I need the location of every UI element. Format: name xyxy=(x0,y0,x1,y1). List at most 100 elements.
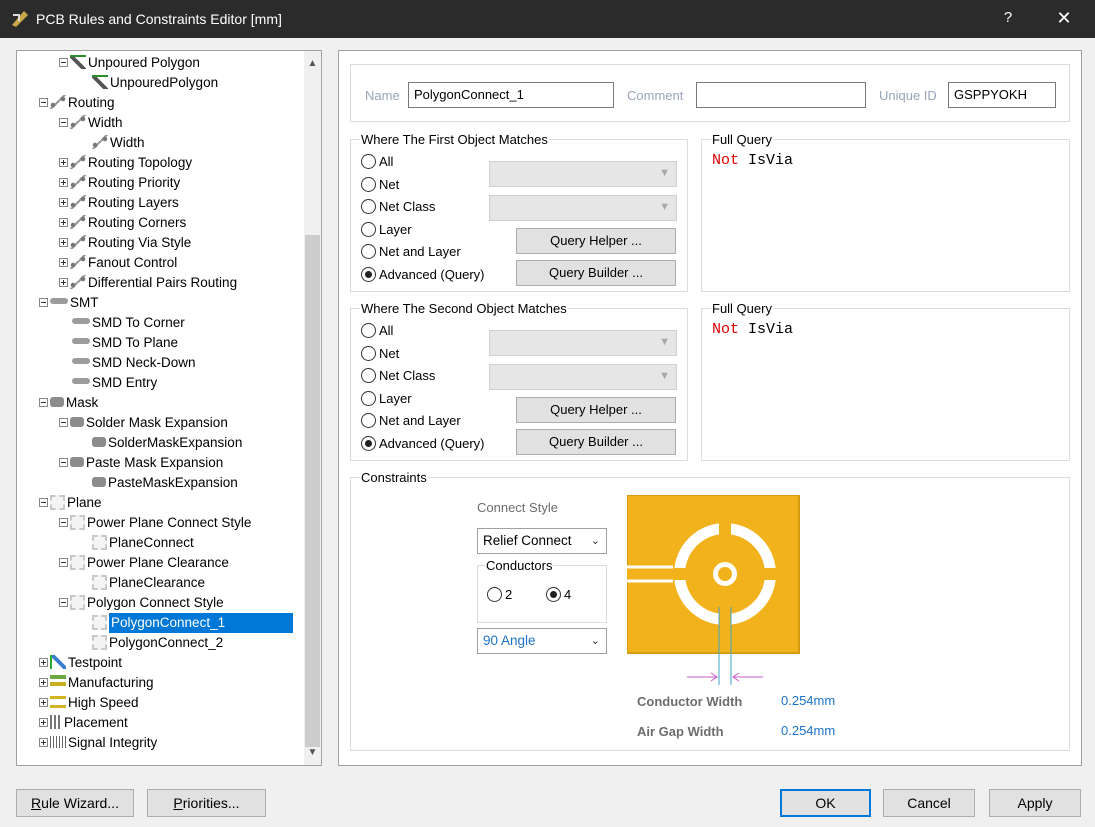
tree-item[interactable]: Solder Mask Expansion xyxy=(59,413,228,433)
tree-item[interactable]: PlaneConnect xyxy=(79,533,194,553)
cancel-button[interactable]: Cancel xyxy=(883,789,975,817)
expand-icon[interactable] xyxy=(39,737,48,747)
collapse-icon[interactable] xyxy=(59,417,68,427)
scroll-down-icon[interactable]: ▼ xyxy=(304,744,321,761)
collapse-icon[interactable] xyxy=(39,397,48,407)
collapse-icon[interactable] xyxy=(59,57,68,67)
conductor-width-value[interactable]: 0.254mm xyxy=(781,693,835,708)
tree-item[interactable]: PlaneClearance xyxy=(79,573,205,593)
first-full-query-text[interactable]: Not IsVia xyxy=(712,152,793,169)
scroll-thumb[interactable] xyxy=(305,235,320,747)
tree-item[interactable]: Polygon Connect Style xyxy=(59,593,224,613)
close-button[interactable]: ✕ xyxy=(1052,8,1076,29)
angle-select[interactable]: 90 Angle ⌄ xyxy=(477,628,607,654)
second-radio-all[interactable]: All xyxy=(361,321,393,341)
tree-item[interactable]: SMD To Corner xyxy=(59,313,185,333)
air-gap-width-value[interactable]: 0.254mm xyxy=(781,723,835,738)
unique-id-input[interactable]: GSPPYOKH xyxy=(948,82,1056,108)
tree-scrollbar[interactable]: ▲ ▼ xyxy=(304,51,321,765)
expand-icon[interactable] xyxy=(39,717,48,727)
tree-item[interactable]: UnpouredPolygon xyxy=(79,73,218,93)
tree-item[interactable]: PolygonConnect_2 xyxy=(79,633,223,653)
second-radio-net-and-layer[interactable]: Net and Layer xyxy=(361,411,461,431)
first-net-class-combo[interactable]: ▼ xyxy=(489,195,677,221)
expand-icon[interactable] xyxy=(39,677,48,687)
second-radio-net-class[interactable]: Net Class xyxy=(361,366,435,386)
tree-item[interactable]: SMT xyxy=(39,293,99,313)
expand-icon[interactable] xyxy=(39,697,48,707)
expand-icon[interactable] xyxy=(59,237,68,247)
collapse-icon[interactable] xyxy=(39,297,48,307)
tree-item[interactable]: Routing xyxy=(39,93,115,113)
tree-item[interactable]: Plane xyxy=(39,493,102,513)
tree-item[interactable]: SMD Entry xyxy=(59,373,157,393)
tree-item[interactable]: SolderMaskExpansion xyxy=(79,433,242,453)
collapse-icon[interactable] xyxy=(59,517,68,527)
collapse-icon[interactable] xyxy=(59,597,68,607)
expand-icon[interactable] xyxy=(59,257,68,267)
first-radio-net[interactable]: Net xyxy=(361,175,399,195)
second-query-helper-button[interactable]: Query Helper ... xyxy=(516,397,676,423)
expand-icon[interactable] xyxy=(59,157,68,167)
second-radio-advanced[interactable]: Advanced (Query) xyxy=(361,434,485,454)
first-radio-net-and-layer[interactable]: Net and Layer xyxy=(361,242,461,262)
priorities-button[interactable]: Priorities... xyxy=(147,789,266,817)
connect-style-select[interactable]: Relief Connect ⌄ xyxy=(477,528,607,554)
rule-wizard-button[interactable]: Rule Wizard... xyxy=(16,789,134,817)
tree-item[interactable]: Routing Corners xyxy=(59,213,186,233)
collapse-icon[interactable] xyxy=(59,557,68,567)
collapse-icon[interactable] xyxy=(59,117,68,127)
expand-icon[interactable] xyxy=(59,217,68,227)
tree-item[interactable]: Placement xyxy=(39,713,128,733)
tree-item[interactable]: Fanout Control xyxy=(59,253,177,273)
comment-input[interactable] xyxy=(696,82,866,108)
tree-item[interactable]: Differential Pairs Routing xyxy=(59,273,237,293)
expand-icon[interactable] xyxy=(39,657,48,667)
first-radio-advanced[interactable]: Advanced (Query) xyxy=(361,265,485,285)
help-button[interactable]: ? xyxy=(999,9,1017,26)
tree-item[interactable]: Manufacturing xyxy=(39,673,154,693)
tree-item[interactable]: Routing Topology xyxy=(59,153,192,173)
first-query-builder-button[interactable]: Query Builder ... xyxy=(516,260,676,286)
first-radio-all[interactable]: All xyxy=(361,152,393,172)
collapse-icon[interactable] xyxy=(39,97,48,107)
second-net-class-combo[interactable]: ▼ xyxy=(489,364,677,390)
tree-item[interactable]: Routing Layers xyxy=(59,193,179,213)
collapse-icon[interactable] xyxy=(59,457,68,467)
conductors-radio-2[interactable]: 2 xyxy=(487,585,512,605)
tree-item[interactable]: Testpoint xyxy=(39,653,122,673)
second-radio-net[interactable]: Net xyxy=(361,344,399,364)
second-full-query-text[interactable]: Not IsVia xyxy=(712,321,793,338)
expand-icon[interactable] xyxy=(59,197,68,207)
name-input[interactable]: PolygonConnect_1 xyxy=(408,82,614,108)
first-net-combo[interactable]: ▼ xyxy=(489,161,677,187)
conductors-radio-4[interactable]: 4 xyxy=(546,585,571,605)
tree-item[interactable]: Unpoured Polygon xyxy=(59,53,200,73)
tree-item[interactable]: Width xyxy=(79,133,145,153)
tree-item[interactable]: SMD To Plane xyxy=(59,333,178,353)
tree-item[interactable]: PasteMaskExpansion xyxy=(79,473,238,493)
expand-icon[interactable] xyxy=(59,177,68,187)
tree-item[interactable]: PolygonConnect_1 xyxy=(79,612,294,634)
first-radio-layer[interactable]: Layer xyxy=(361,220,412,240)
expand-icon[interactable] xyxy=(59,277,68,287)
second-radio-layer[interactable]: Layer xyxy=(361,389,412,409)
apply-button[interactable]: Apply xyxy=(989,789,1081,817)
tree-item[interactable]: Width xyxy=(59,113,123,133)
scroll-up-icon[interactable]: ▲ xyxy=(304,55,321,72)
second-net-combo[interactable]: ▼ xyxy=(489,330,677,356)
tree-item[interactable]: Paste Mask Expansion xyxy=(59,453,223,473)
tree-item[interactable]: Power Plane Connect Style xyxy=(59,513,251,533)
tree-item[interactable]: Routing Via Style xyxy=(59,233,191,253)
tree-item[interactable]: Mask xyxy=(39,393,98,413)
ok-button[interactable]: OK xyxy=(780,789,871,817)
tree-item[interactable]: Signal Integrity xyxy=(39,733,157,753)
second-query-builder-button[interactable]: Query Builder ... xyxy=(516,429,676,455)
tree-item[interactable]: High Speed xyxy=(39,693,139,713)
first-radio-net-class[interactable]: Net Class xyxy=(361,197,435,217)
tree-item[interactable]: Power Plane Clearance xyxy=(59,553,229,573)
collapse-icon[interactable] xyxy=(39,497,48,507)
tree-item[interactable]: SMD Neck-Down xyxy=(59,353,196,373)
first-query-helper-button[interactable]: Query Helper ... xyxy=(516,228,676,254)
tree-item[interactable]: Routing Priority xyxy=(59,173,180,193)
